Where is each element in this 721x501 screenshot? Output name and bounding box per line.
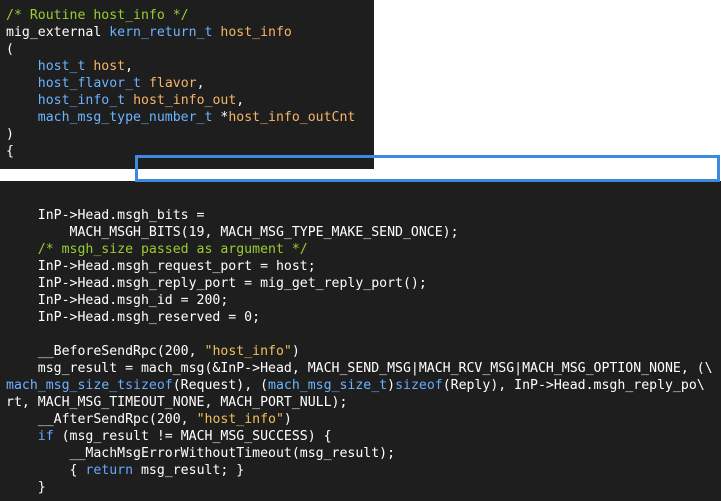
code-token: , [125, 59, 134, 74]
code-line: host_info_t host_info_out, [6, 92, 355, 109]
code-token: InP->Head.msgh_reserved = 0; [6, 310, 261, 325]
code-token: ) [283, 412, 292, 427]
code-token: , [236, 93, 245, 108]
code-line: InP->Head.msgh_request_port = host; [6, 258, 713, 275]
code-token: host_info_outCnt [228, 110, 356, 125]
code-token: host_info_out [133, 93, 237, 108]
code-token: msg_result = mach_msg(&InP->Head, MACH_S… [6, 361, 713, 376]
code-token: , [196, 76, 205, 91]
code-token: __AfterSendRpc(200, [6, 412, 197, 427]
code-token: (Reply), InP->Head.msgh_reply_po\ [442, 378, 705, 393]
code-token: kern_return_t [109, 25, 213, 40]
code-token: * [212, 110, 229, 125]
code-token: { [6, 144, 14, 159]
code-token: ) [387, 378, 396, 393]
code-line: { return msg_result; } [6, 462, 713, 479]
code-token: host_flavor_t [37, 76, 141, 91]
code-line: host_t host, [6, 58, 355, 75]
code-block-body: InP->Head.msgh_bits = MACH_MSGH_BITS(19,… [6, 190, 713, 496]
code-token: host_info [220, 25, 292, 40]
code-line: __MachMsgErrorWithoutTimeout(msg_result)… [6, 445, 713, 462]
code-line: rt, MACH_MSG_TIMEOUT_NONE, MACH_PORT_NUL… [6, 394, 713, 411]
code-line: __BeforeSendRpc(200, "host_info") [6, 343, 713, 360]
code-line: ) [6, 126, 355, 143]
code-token: __MachMsgErrorWithoutTimeout(msg_result)… [6, 446, 396, 461]
code-line: if (msg_result != MACH_MSG_SUCCESS) { [6, 428, 713, 445]
code-line: mig_external kern_return_t host_info [6, 24, 355, 41]
code-line: host_flavor_t flavor, [6, 75, 355, 92]
code-token: sizeof [395, 378, 443, 393]
code-token: host_info_t [37, 93, 126, 108]
code-token: if [37, 429, 54, 444]
code-token: { [6, 463, 86, 478]
code-token: "host_info" [196, 412, 284, 427]
code-token: mach_msg_type_number_t [37, 110, 213, 125]
code-token: flavor [148, 76, 197, 91]
code-line: msg_result = mach_msg(&InP->Head, MACH_S… [6, 360, 713, 377]
code-token: ) [6, 127, 14, 142]
code-token: host_t [37, 59, 86, 74]
code-line: mach_msg_type_number_t *host_info_outCnt [6, 109, 356, 126]
code-block-declaration: /* Routine host_info */mig_external kern… [6, 7, 355, 160]
highlight-box [135, 155, 720, 182]
code-token: host [93, 59, 126, 74]
code-token: __BeforeSendRpc(200, [6, 344, 205, 359]
code-token: "host_info" [204, 344, 292, 359]
code-token: } [6, 480, 46, 495]
code-token: /* msgh_size passed as argument */ [6, 242, 308, 257]
code-line: mach_msg_size_tsizeof(Request), (mach_ms… [6, 377, 713, 394]
code-token: (msg_result != MACH_MSG_SUCCESS) { [53, 429, 332, 444]
code-token: InP->Head.msgh_bits = [6, 208, 205, 223]
code-token: (Request), ( [172, 378, 269, 393]
code-token: mig_external [6, 25, 110, 40]
code-token: sizeof [125, 378, 173, 393]
code-panel-declaration: /* Routine host_info */mig_external kern… [0, 0, 374, 169]
code-token: MACH_MSGH_BITS(19, MACH_MSG_TYPE_MAKE_SE… [6, 225, 459, 240]
code-panel-body: InP->Head.msgh_bits = MACH_MSGH_BITS(19,… [0, 181, 721, 501]
code-line: InP->Head.msgh_reserved = 0; [6, 309, 713, 326]
code-token: InP->Head.msgh_request_port = host; [6, 259, 316, 274]
code-line: InP->Head.msgh_bits = [6, 207, 713, 224]
code-token: mach_msg_size_t [6, 378, 126, 393]
code-line: /* msgh_size passed as argument */ [6, 241, 713, 258]
code-token: InP->Head.msgh_id = 200; [6, 293, 229, 308]
code-line: /* Routine host_info */ [6, 7, 355, 24]
code-line: InP->Head.msgh_reply_port = mig_get_repl… [6, 275, 713, 292]
code-token: return [85, 463, 134, 478]
code-token: InP->Head.msgh_reply_port = mig_get_repl… [6, 276, 427, 291]
code-line: } [6, 479, 713, 496]
code-token: msg_result; } [133, 463, 245, 478]
code-line: __AfterSendRpc(200, "host_info") [6, 411, 713, 428]
code-line: ( [6, 41, 355, 58]
code-token: ( [6, 42, 14, 57]
code-line: MACH_MSGH_BITS(19, MACH_MSG_TYPE_MAKE_SE… [6, 224, 713, 241]
code-token: /* Routine host_info */ [6, 8, 189, 23]
code-token: rt, MACH_MSG_TIMEOUT_NONE, MACH_PORT_NUL… [6, 395, 348, 410]
code-token: mach_msg_size_t [268, 378, 388, 393]
code-token: ) [291, 344, 300, 359]
code-line: InP->Head.msgh_id = 200; [6, 292, 713, 309]
